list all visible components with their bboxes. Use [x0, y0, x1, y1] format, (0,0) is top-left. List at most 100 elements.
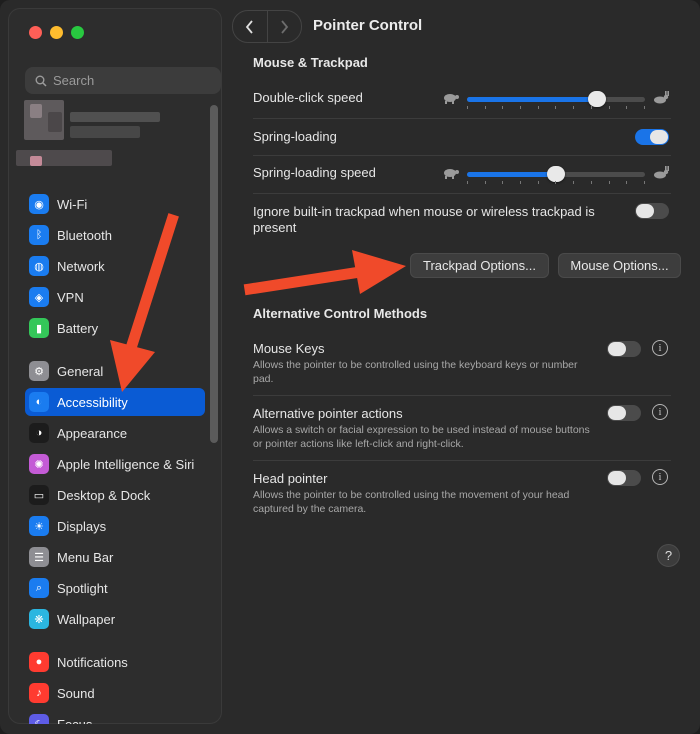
sidebar-item-label: Spotlight [57, 580, 108, 596]
sidebar-item-label: Accessibility [57, 394, 128, 410]
mouse-options-button[interactable]: Mouse Options... [558, 253, 681, 278]
sidebar-item-label: Apple Intelligence & Siri [57, 456, 195, 472]
double-click-speed-label: Double-click speed [253, 90, 363, 105]
sidebar-item-label: Wallpaper [57, 611, 116, 627]
accessibility-icon: ◐ [29, 392, 49, 412]
mouse-keys-toggle[interactable] [607, 341, 641, 357]
sidebar-item-notifications[interactable]: ● Notifications [25, 648, 205, 676]
chevron-left-icon [245, 19, 253, 34]
displays-icon: ☀ [29, 516, 49, 536]
focus-icon: ☾ [29, 714, 49, 724]
sidebar-item-spotlight[interactable]: ⌕ Spotlight [25, 574, 205, 602]
gear-icon: ⚙ [29, 361, 49, 381]
alt-pointer-actions-info-icon[interactable]: i [652, 404, 668, 420]
ignore-trackpad-toggle[interactable] [635, 203, 669, 219]
rabbit-icon [654, 91, 669, 104]
ignore-trackpad-label: Ignore built-in trackpad when mouse or w… [253, 204, 595, 235]
sidebar-item-focus[interactable]: ☾ Focus [25, 710, 205, 724]
back-button[interactable] [233, 11, 267, 42]
chevron-right-icon [281, 19, 289, 34]
sidebar-item-sound[interactable]: ♪ Sound [25, 679, 205, 707]
wifi-icon: ◉ [29, 194, 49, 214]
sidebar-item-menu-bar[interactable]: ☰ Menu Bar [25, 543, 205, 571]
sidebar-item-label: Appearance [57, 425, 128, 441]
appearance-icon: ◑ [29, 423, 49, 443]
mouse-keys-description: Allows the pointer to be controlled usin… [253, 359, 578, 385]
section-title-alternative-control: Alternative Control Methods [253, 306, 428, 321]
sidebar: Search ◉ Wi-Fi ᛒ Bluetooth ◍ Network ◈ VPN ▮ Batt… [8, 8, 222, 724]
divider [253, 460, 671, 461]
sidebar-item-label: Bluetooth [57, 227, 112, 243]
alt-pointer-actions-label: Alternative pointer actions [253, 406, 403, 421]
wallpaper-icon: ❋ [29, 609, 49, 629]
rabbit-icon [654, 166, 669, 179]
mouse-keys-info-icon[interactable]: i [652, 340, 668, 356]
navigation-buttons [232, 10, 302, 43]
sidebar-item-network[interactable]: ◍ Network [25, 252, 205, 280]
head-pointer-description: Allows the pointer to be controlled usin… [253, 489, 570, 515]
vpn-icon: ◈ [29, 287, 49, 307]
sidebar-scrollbar[interactable] [210, 105, 218, 443]
divider [253, 193, 671, 194]
zoom-window-button[interactable] [71, 26, 84, 39]
dock-icon: ▭ [29, 485, 49, 505]
spotlight-icon: ⌕ [29, 578, 49, 598]
settings-window: Search ◉ Wi-Fi ᛒ Bluetooth ◍ Network ◈ VPN ▮ Batt… [0, 0, 700, 734]
divider [253, 155, 671, 156]
sidebar-item-wi-fi[interactable]: ◉ Wi-Fi [25, 190, 205, 218]
spring-loading-speed-slider[interactable] [441, 165, 671, 185]
divider [253, 395, 671, 396]
close-window-button[interactable] [29, 26, 42, 39]
sidebar-item-label: Notifications [57, 654, 128, 670]
sidebar-item-vpn[interactable]: ◈ VPN [25, 283, 205, 311]
head-pointer-label: Head pointer [253, 471, 328, 486]
sidebar-item-general[interactable]: ⚙ General [25, 357, 205, 385]
sidebar-item-label: Sound [57, 685, 95, 701]
sidebar-item-battery[interactable]: ▮ Battery [25, 314, 205, 342]
battery-icon: ▮ [29, 318, 49, 338]
menubar-icon: ☰ [29, 547, 49, 567]
search-placeholder: Search [53, 73, 95, 88]
divider [253, 118, 671, 119]
search-icon [35, 75, 47, 87]
trackpad-options-button[interactable]: Trackpad Options... [410, 253, 549, 278]
sidebar-item-label: VPN [57, 289, 84, 305]
alt-pointer-actions-toggle[interactable] [607, 405, 641, 421]
sidebar-item-label: Focus [57, 716, 93, 725]
sidebar-item-bluetooth[interactable]: ᛒ Bluetooth [25, 221, 205, 249]
sidebar-item-label: Displays [57, 518, 107, 534]
turtle-icon [444, 94, 459, 104]
sidebar-item-label: Desktop & Dock [57, 487, 151, 503]
notifications-icon: ● [29, 652, 49, 672]
sidebar-item-appearance[interactable]: ◑ Appearance [25, 419, 205, 447]
sidebar-item-label: Wi-Fi [57, 196, 88, 212]
help-button[interactable]: ? [657, 544, 680, 567]
sidebar-item-apple-intelligence-siri[interactable]: ✺ Apple Intelligence & Siri [25, 450, 205, 478]
sidebar-item-label: Menu Bar [57, 549, 114, 565]
spring-loading-speed-label: Spring-loading speed [253, 165, 376, 180]
spring-loading-toggle[interactable] [635, 129, 669, 145]
alt-pointer-actions-description: Allows a switch or facial expression to … [253, 424, 590, 450]
forward-button[interactable] [268, 11, 302, 42]
mouse-keys-label: Mouse Keys [253, 341, 325, 356]
sidebar-item-wallpaper[interactable]: ❋ Wallpaper [25, 605, 205, 633]
page-title: Pointer Control [313, 17, 423, 34]
bluetooth-icon: ᛒ [29, 225, 49, 245]
sound-icon: ♪ [29, 683, 49, 703]
turtle-icon [444, 169, 459, 179]
siri-icon: ✺ [29, 454, 49, 474]
sidebar-item-label: Battery [57, 320, 99, 336]
network-icon: ◍ [29, 256, 49, 276]
search-field[interactable]: Search [25, 67, 221, 94]
sidebar-item-accessibility[interactable]: ◐ Accessibility [25, 388, 205, 416]
head-pointer-info-icon[interactable]: i [652, 469, 668, 485]
double-click-speed-slider[interactable] [441, 90, 671, 110]
minimize-window-button[interactable] [50, 26, 63, 39]
head-pointer-toggle[interactable] [607, 470, 641, 486]
sidebar-item-desktop-dock[interactable]: ▭ Desktop & Dock [25, 481, 205, 509]
spring-loading-label: Spring-loading [253, 129, 337, 144]
sidebar-item-label: Network [57, 258, 105, 274]
sidebar-item-displays[interactable]: ☀ Displays [25, 512, 205, 540]
annotation-arrow-trackpad-options [243, 250, 406, 296]
sidebar-item-label: General [57, 363, 104, 379]
